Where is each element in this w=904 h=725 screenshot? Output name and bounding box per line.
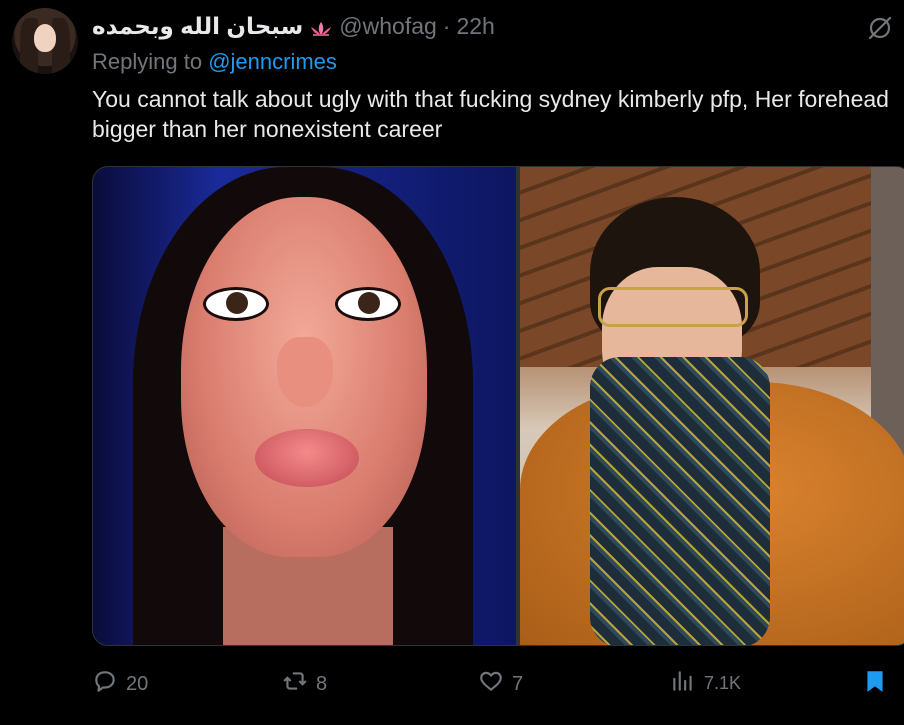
photo-left-eye [203, 287, 269, 321]
tweet-text: You cannot talk about ugly with that fuc… [92, 86, 889, 142]
display-name[interactable]: سبحان الله وبحمده [92, 13, 303, 40]
photo-left-lips [255, 429, 359, 487]
retweet-icon [282, 668, 308, 700]
tweet-header: سبحان الله وبحمده @whofag · 22h [92, 10, 495, 42]
retweet-count: 8 [316, 672, 328, 695]
analytics-icon [670, 668, 696, 699]
photo-left-eye [335, 287, 401, 321]
reply-mention-link[interactable]: @jenncrimes [208, 49, 337, 74]
reply-prefix: Replying to [92, 49, 203, 74]
like-count: 7 [512, 672, 524, 695]
handle[interactable]: @whofag [339, 13, 437, 40]
view-count: 7.1K [704, 673, 742, 693]
reply-icon [92, 668, 118, 700]
action-bar: 20 8 7 7.1K [92, 668, 892, 698]
photo-left[interactable] [93, 167, 516, 645]
avatar[interactable] [12, 8, 78, 74]
photo-right[interactable] [519, 167, 904, 645]
media-grid [92, 166, 904, 646]
bookmark-icon [862, 668, 888, 700]
retweet-button[interactable]: 8 [282, 668, 327, 700]
grok-slash-icon[interactable] [866, 14, 894, 42]
reply-button[interactable]: 20 [92, 668, 148, 700]
reply-count: 20 [126, 672, 149, 695]
lotus-icon [309, 17, 333, 36]
like-button[interactable]: 7 [478, 668, 523, 700]
heart-icon [478, 668, 504, 700]
timestamp[interactable]: 22h [456, 13, 494, 40]
photo-right-scarf [589, 357, 770, 645]
bookmark-button[interactable] [862, 668, 888, 700]
avatar-hair-right [52, 18, 70, 74]
separator-dot: · [442, 12, 451, 39]
photo-left-nose [277, 337, 333, 407]
tweet: سبحان الله وبحمده @whofag · 22h Replying… [0, 0, 904, 725]
avatar-face [34, 24, 56, 52]
photo-right-glasses [597, 287, 748, 327]
reply-context: Replying to @jenncrimes [92, 49, 337, 75]
views-button[interactable]: 7.1K [670, 668, 741, 699]
